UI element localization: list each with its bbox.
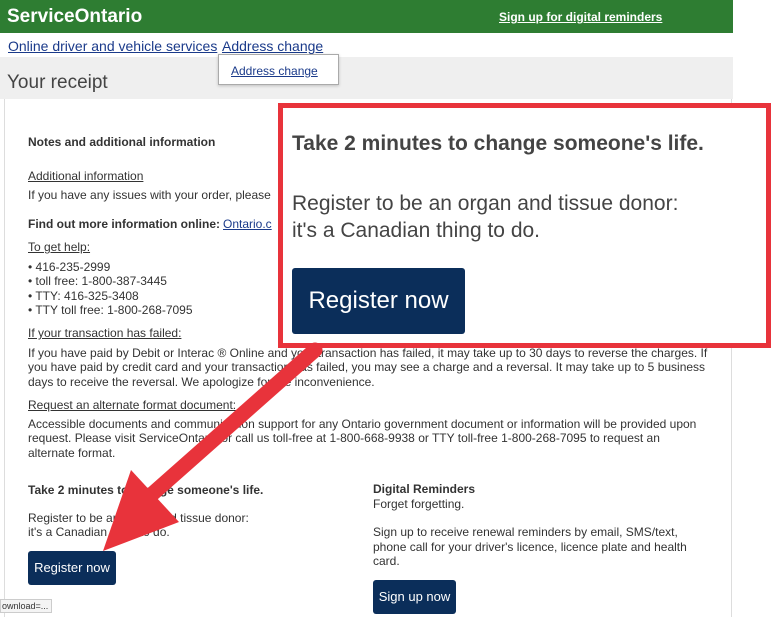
brand-logo[interactable]: ServiceOntario <box>7 6 142 28</box>
help-line: • 416-235-2999 <box>28 260 111 274</box>
transaction-failed-line: you have paid by credit card and your tr… <box>28 360 706 374</box>
digital-reminders-line: Sign up to receive renewal reminders by … <box>373 525 678 539</box>
digital-reminders-line: phone call for your driver's licence, li… <box>373 540 687 554</box>
help-line: • TTY toll free: 1-800-268-7095 <box>28 303 193 317</box>
nav-item-address-change[interactable]: Address change <box>222 38 323 54</box>
page-title-band: Your receipt <box>0 57 733 99</box>
nav-bar: Online driver and vehicle services Addre… <box>0 33 733 57</box>
additional-info-link[interactable]: Additional information <box>28 169 143 184</box>
find-out-more-label: Find out more information online: <box>28 217 220 231</box>
get-help-heading: To get help: <box>28 240 91 254</box>
nav-item-online-services[interactable]: Online driver and vehicle services <box>8 38 217 54</box>
callout-heading: Take 2 minutes to change someone's life. <box>292 132 704 155</box>
alternate-format-heading: Request an alternate format document: <box>28 398 237 412</box>
page-title: Your receipt <box>7 72 108 93</box>
callout-body: Register to be an organ and tissue donor… <box>292 190 678 244</box>
ontario-ca-link[interactable]: Ontario.c <box>223 217 272 232</box>
help-line: • toll free: 1-800-387-3445 <box>28 274 167 288</box>
transaction-failed-line: If you have paid by Debit or Interac ® O… <box>28 346 708 360</box>
alternate-format-line: Accessible documents and communication s… <box>28 417 697 431</box>
digital-reminders-tagline: Forget forgetting. <box>373 497 465 511</box>
register-now-button[interactable]: Register now <box>28 551 116 585</box>
top-bar: ServiceOntario Sign up for digital remin… <box>0 0 733 33</box>
transaction-failed-line: days to receive the reversal. We apologi… <box>28 375 375 389</box>
callout-line: Register to be an organ and tissue donor… <box>292 192 679 215</box>
dropdown-item-address-change[interactable]: Address change <box>231 64 318 78</box>
donor-line: Register to be an organ and tissue donor… <box>28 511 249 525</box>
issues-text: If you have any issues with your order, … <box>28 188 271 202</box>
help-line: • TTY: 416-325-3408 <box>28 289 139 303</box>
transaction-failed-heading: If your transaction has failed: <box>28 326 182 340</box>
callout-register-now-button[interactable]: Register now <box>292 268 465 334</box>
sign-up-now-button[interactable]: Sign up now <box>373 580 456 614</box>
status-bar-url: ownload=... <box>0 599 52 613</box>
notes-heading: Notes and additional information <box>28 135 216 149</box>
callout-line: it's a Canadian thing to do. <box>292 219 541 242</box>
donor-heading: Take 2 minutes to change someone's life. <box>28 483 264 497</box>
highlight-callout: Take 2 minutes to change someone's life.… <box>278 103 771 348</box>
alternate-format-line: request. Please visit ServiceOntario or … <box>28 431 660 445</box>
nav-dropdown: Address change <box>218 54 339 85</box>
digital-reminders-heading: Digital Reminders <box>373 482 476 496</box>
digital-reminders-line: card. <box>373 554 400 568</box>
signup-digital-reminders-link[interactable]: Sign up for digital reminders <box>499 10 662 24</box>
donor-line: it's a Canadian thing to do. <box>28 525 170 539</box>
alternate-format-line: alternate format. <box>28 446 116 460</box>
